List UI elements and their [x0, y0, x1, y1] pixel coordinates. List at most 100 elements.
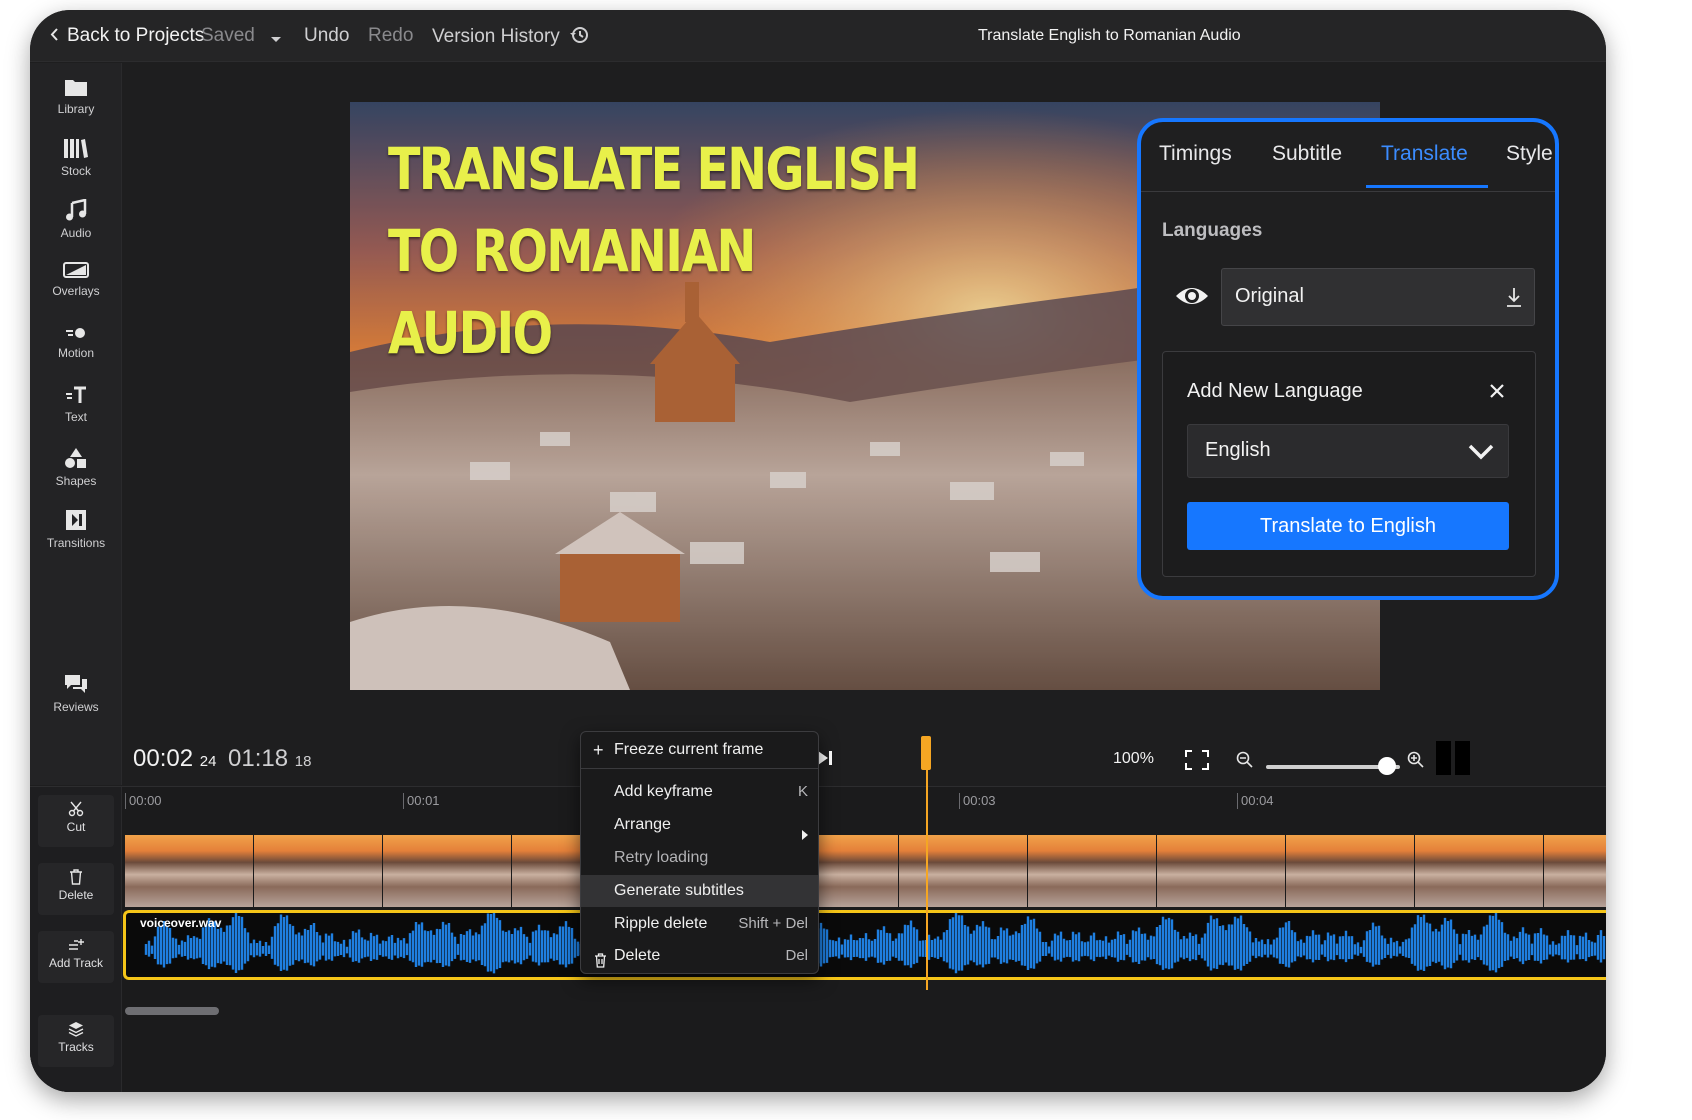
tab-style[interactable]: Style	[1506, 142, 1553, 166]
original-language-value: Original	[1235, 285, 1304, 307]
eye-icon	[1176, 288, 1208, 304]
redo-button[interactable]: Redo	[368, 25, 413, 47]
undo-button[interactable]: Undo	[304, 25, 349, 47]
delete-tool-button[interactable]: Delete	[38, 863, 114, 915]
sidebar-item-overlays[interactable]: Overlays	[30, 261, 122, 298]
trash-icon	[70, 869, 82, 885]
timeline-ruler[interactable]: 00:00 00:01 00:03 00:04	[123, 787, 1606, 827]
ruler-tick: 00:00	[125, 793, 162, 809]
tab-subtitle[interactable]: Subtitle	[1272, 142, 1342, 166]
sidebar-label: Overlays	[52, 284, 100, 298]
video-thumbnail	[383, 835, 511, 907]
version-history-button[interactable]: Version History	[432, 25, 589, 51]
video-track-clip[interactable]	[125, 835, 1606, 907]
sidebar-item-library[interactable]: Library	[30, 77, 122, 116]
video-thumbnail	[899, 835, 1027, 907]
visibility-toggle[interactable]	[1175, 284, 1209, 313]
cut-tool-button[interactable]: Cut	[38, 795, 114, 847]
layers-icon	[68, 1022, 84, 1037]
sidebar-label: Transitions	[46, 536, 106, 550]
current-time: 00:02	[133, 745, 194, 772]
video-thumbnail	[1415, 835, 1543, 907]
zoom-in-icon	[1407, 751, 1424, 768]
current-timecode: 00:02 24	[133, 745, 216, 773]
add-language-title: Add New Language	[1187, 380, 1363, 402]
timeline-horizontal-scrollbar[interactable]	[125, 1007, 219, 1015]
menu-item-ripple-delete[interactable]: Ripple delete Shift + Del	[581, 908, 818, 940]
total-time: 01:18	[228, 745, 289, 772]
menu-item-label: Add keyframe	[614, 783, 713, 800]
menu-item-shortcut: Shift + Del	[738, 915, 808, 932]
fullscreen-button[interactable]	[1185, 749, 1209, 777]
folder-icon	[65, 80, 87, 96]
history-icon	[569, 25, 589, 51]
playhead-line	[926, 758, 928, 990]
transitions-icon	[66, 510, 86, 530]
audio-waveform	[144, 913, 1606, 974]
sidebar-label: Motion	[57, 346, 95, 360]
title-line: TRANSLATE ENGLISH	[388, 135, 920, 203]
motion-icon	[66, 328, 85, 338]
video-thumbnail	[1028, 835, 1156, 907]
tab-timings[interactable]: Timings	[1159, 142, 1232, 166]
sidebar-item-motion[interactable]: Motion	[30, 325, 122, 360]
menu-item-shortcut: Del	[785, 947, 808, 964]
tracks-button[interactable]: Tracks	[38, 1015, 114, 1067]
active-tab-indicator	[1366, 185, 1488, 188]
menu-item-generate-subtitles[interactable]: Generate subtitles	[581, 875, 818, 907]
audio-clip-name: voiceover.wav	[140, 916, 222, 930]
title-line: AUDIO	[388, 299, 553, 367]
menu-item-add-keyframe[interactable]: Add keyframe K	[581, 776, 818, 808]
total-timecode: 01:18 18	[228, 745, 311, 773]
panel-toggle-button[interactable]	[1436, 741, 1470, 782]
fullscreen-icon	[1185, 750, 1209, 770]
translate-panel: Timings Subtitle Translate Style Languag…	[1137, 118, 1559, 600]
menu-item-arrange[interactable]: Arrange	[581, 809, 818, 841]
skip-end-icon	[818, 751, 832, 765]
zoom-out-button[interactable]	[1236, 748, 1254, 776]
text-icon	[66, 386, 86, 403]
sidebar-item-text[interactable]: Text	[30, 385, 122, 424]
books-icon	[64, 139, 88, 158]
sidebar-label: Library	[57, 102, 95, 116]
sidebar-label: Reviews	[53, 700, 99, 714]
add-track-icon	[69, 939, 84, 950]
tab-translate[interactable]: Translate	[1381, 142, 1468, 166]
ruler-tick: 00:03	[959, 793, 996, 809]
version-history-label: Version History	[432, 26, 560, 47]
preview-title-overlay[interactable]: TRANSLATE ENGLISH TO ROMANIAN AUDIO	[388, 128, 920, 374]
sidebar-label: Audio	[60, 226, 92, 240]
menu-item-label: Retry loading	[614, 849, 709, 866]
languages-heading: Languages	[1162, 220, 1263, 241]
original-language-field[interactable]: Original	[1221, 268, 1535, 326]
saved-dropdown-icon[interactable]	[270, 28, 282, 50]
translate-button[interactable]: Translate to English	[1187, 502, 1509, 550]
back-label: Back to Projects	[67, 25, 205, 46]
skip-to-end-button[interactable]	[817, 746, 833, 774]
sidebar-item-transitions[interactable]: Transitions	[30, 509, 122, 550]
total-frame: 18	[294, 753, 312, 770]
audio-track-clip[interactable]: voiceover.wav	[123, 910, 1606, 980]
menu-item-label: Arrange	[614, 816, 671, 833]
split-view-icon	[1436, 741, 1470, 775]
tool-label: Delete	[58, 888, 94, 902]
language-select[interactable]: English	[1187, 424, 1509, 478]
zoom-level: 100%	[1113, 750, 1154, 767]
download-icon[interactable]	[1506, 287, 1522, 313]
close-icon[interactable]	[1489, 383, 1505, 404]
timeline-tools: Cut Delete Add Track Tracks	[30, 787, 122, 1092]
zoom-slider-handle[interactable]	[1377, 757, 1396, 775]
video-thumbnail	[1544, 835, 1606, 907]
menu-item-delete[interactable]: Delete Del	[581, 940, 818, 972]
zoom-in-button[interactable]	[1407, 748, 1425, 776]
sidebar-item-audio[interactable]: Audio	[30, 199, 122, 240]
selected-language: English	[1205, 439, 1271, 461]
back-to-projects-link[interactable]: Back to Projects	[50, 25, 204, 47]
sidebar-item-stock[interactable]: Stock	[30, 137, 122, 178]
menu-item-retry-loading[interactable]: Retry loading	[581, 842, 818, 874]
sidebar-item-shapes[interactable]: Shapes	[30, 447, 122, 488]
sidebar-item-reviews[interactable]: Reviews	[30, 673, 122, 714]
saved-status: Saved	[201, 25, 255, 46]
menu-item-freeze-frame[interactable]: + Freeze current frame	[581, 734, 818, 766]
add-track-button[interactable]: Add Track	[38, 931, 114, 983]
